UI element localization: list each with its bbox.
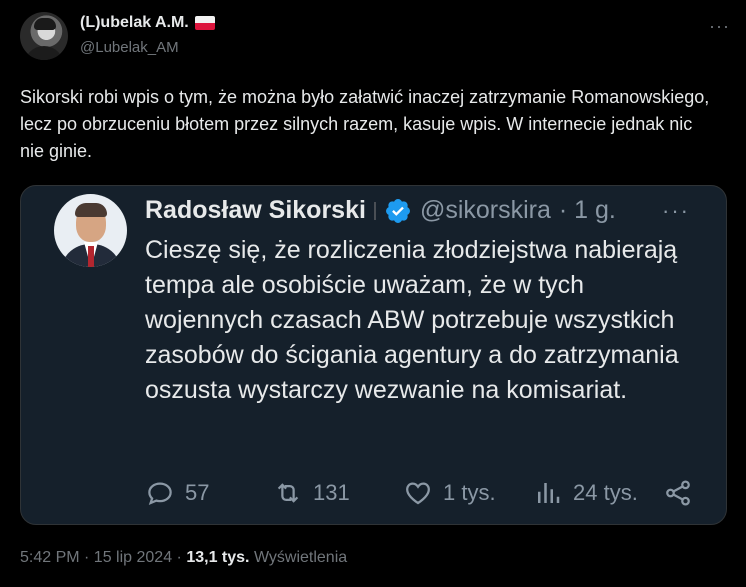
quoted-timestamp[interactable]: · 1 g. [559,196,616,225]
quoted-author-handle[interactable]: @sikorskira [420,196,551,225]
repost-button[interactable]: 131 [273,478,350,508]
verified-badge-icon [385,198,410,223]
poland-flag-icon [194,16,215,30]
views-count: 24 tys. [573,480,638,505]
share-button[interactable] [663,478,693,508]
views-chart-icon [538,483,560,503]
like-count: 1 tys. [443,480,496,505]
quoted-author-avatar[interactable] [54,194,127,267]
tweet-footer: 5:42 PM · 15 lip 2024 · 13,1 tys. Wyświe… [20,549,347,567]
author-display-name[interactable]: (L)ubelak A.M. [80,14,189,32]
share-icon [666,480,690,506]
post-views-label: Wyświetlenia [253,549,348,566]
author-avatar[interactable] [20,12,68,60]
reply-icon [148,482,172,505]
author-handle[interactable]: @Lubelak_AM [80,39,179,56]
quoted-more-options-icon[interactable]: ··· [662,198,690,224]
tweet-text: Sikorski robi wpis o tym, że można było … [20,87,710,161]
quoted-action-bar: 57 131 1 tys. 24 tys. [145,478,705,508]
repost-icon [277,483,299,503]
reply-count: 57 [185,480,210,505]
quoted-tweet-text: Cieszę się, że rozliczenia złodziejstwa … [145,236,679,404]
views-button[interactable]: 24 tys. [533,478,638,508]
reply-button[interactable]: 57 [145,478,209,508]
more-options-icon[interactable]: ··· [709,16,730,37]
post-views-count: 13,1 tys. [186,549,250,566]
quoted-tweet-card[interactable]: Radosław Sikorski @sikorskira · 1 g. ···… [20,185,727,525]
heart-icon [406,482,430,505]
repost-count: 131 [313,480,350,505]
post-timestamp[interactable]: 5:42 PM · 15 lip 2024 · [20,549,182,566]
quoted-header: Radosław Sikorski @sikorskira · 1 g. [145,196,616,225]
divider [373,201,376,220]
like-button[interactable]: 1 tys. [403,478,496,508]
quoted-author-name[interactable]: Radosław Sikorski [145,196,366,225]
tweet-header: (L)ubelak A.M. @Lubelak_AM ··· [20,12,730,62]
author-name-line: (L)ubelak A.M. [80,14,215,32]
